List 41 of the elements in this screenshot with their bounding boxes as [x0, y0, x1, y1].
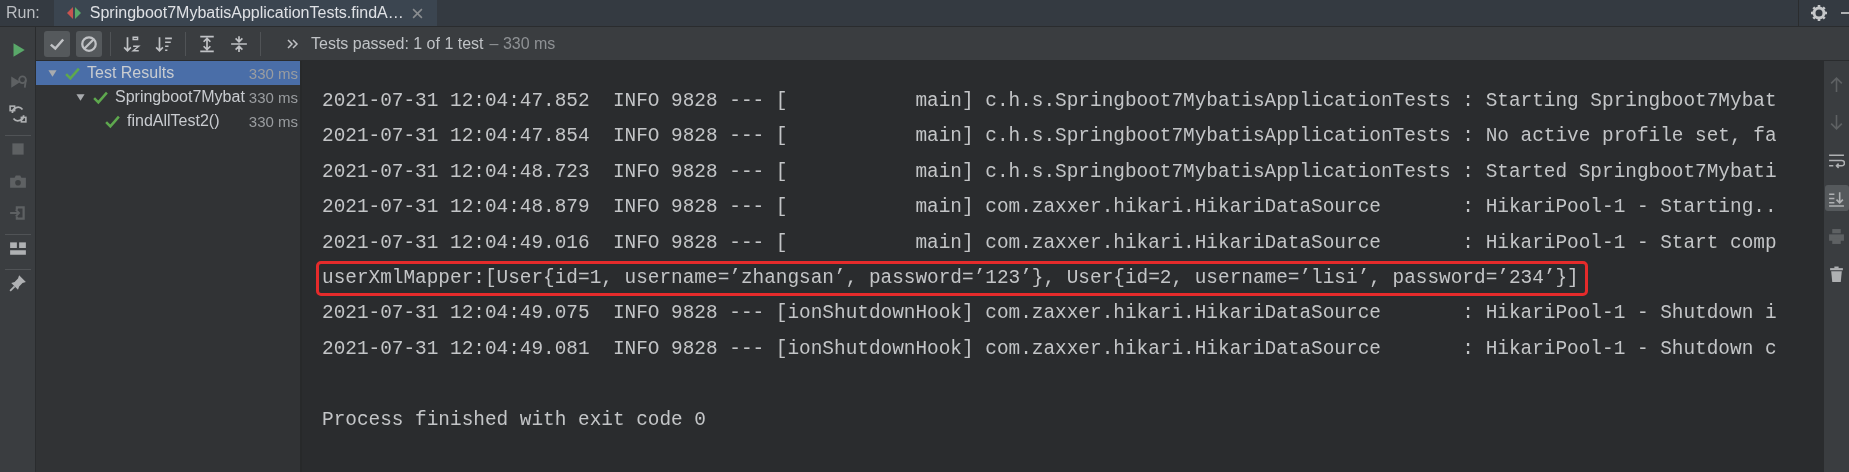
tree-row[interactable]: findAllTest2() 330 ms — [36, 109, 300, 133]
test-time: 330 ms — [248, 64, 299, 82]
pin-icon[interactable] — [8, 274, 27, 292]
arrow-up-icon — [1828, 75, 1845, 93]
test-name: Springboot7Mybat — [115, 88, 246, 106]
log-line: 2021-07-31 12:04:48.879 INFO 9828 --- [ main] com.zaxxer.hikari.HikariDataSource : HikariPool-1 - Starting.. — [322, 196, 1777, 219]
log-line: 2021-07-31 12:04:47.854 INFO 9828 --- [ main] c.h.s.Springboot7MybatisApplicationTests : No active profile set, fa — [322, 125, 1777, 148]
printer-icon — [1828, 227, 1845, 245]
scroll-to-end-button[interactable] — [1824, 185, 1849, 211]
sort-icon — [123, 34, 141, 53]
wrap-icon — [1828, 151, 1845, 169]
settings-icon[interactable] — [1811, 5, 1827, 21]
test-duration: – 330 ms — [489, 34, 556, 53]
test-status: Tests passed: 1 of 1 test — [311, 34, 484, 53]
log-line: 2021-07-31 12:04:48.723 INFO 9828 --- [ main] c.h.s.Springboot7MybatisApplicationTests : Started Springboot7Mybati — [322, 160, 1777, 183]
run-tab[interactable]: Springboot7MybatisApplicationTests.findA… — [53, 0, 437, 26]
test-time: 330 ms — [248, 88, 299, 106]
run-label: Run: — [5, 4, 41, 22]
expand-icon — [198, 34, 216, 53]
run-config-icon — [65, 5, 82, 21]
test-name: findAllTest2() — [127, 112, 221, 130]
log-line: 2021-07-31 12:04:49.016 INFO 9828 --- [ main] com.zaxxer.hikari.HikariDataSource : HikariPool-1 - Start comp — [322, 231, 1777, 254]
log-line: 2021-07-31 12:04:49.081 INFO 9828 --- [ionShutdownHook] com.zaxxer.hikari.HikariDataSource : HikariPool-1 - Shutdown c — [322, 337, 1777, 360]
test-name: Test Results — [87, 64, 176, 82]
show-ignored-button[interactable] — [76, 30, 102, 57]
arrow-down-icon — [1828, 113, 1845, 131]
trash-icon — [1828, 265, 1845, 283]
tree-row[interactable]: Springboot7Mybat 330 ms — [36, 85, 300, 109]
log-line: 2021-07-31 12:04:47.852 INFO 9828 --- [ main] c.h.s.Springboot7MybatisApplicationTests : Starting Springboot7Mybat — [322, 90, 1777, 112]
no-entry-icon — [80, 34, 98, 53]
show-passed-button[interactable] — [44, 30, 70, 57]
scroll-end-icon — [1828, 189, 1845, 207]
collapse-icon — [230, 34, 248, 53]
sort-icon — [155, 34, 173, 53]
close-icon[interactable] — [411, 7, 423, 19]
chevrons-icon[interactable] — [287, 38, 299, 49]
exit-message: Process finished with exit code 0 — [322, 408, 706, 431]
log-line: 2021-07-31 12:04:49.075 INFO 9828 --- [ionShutdownHook] com.zaxxer.hikari.HikariDataSource : HikariPool-1 - Shutdown i — [322, 302, 1777, 325]
layout-icon[interactable] — [8, 239, 27, 257]
test-time: 330 ms — [248, 112, 299, 130]
refresh-icon[interactable] — [8, 105, 27, 123]
